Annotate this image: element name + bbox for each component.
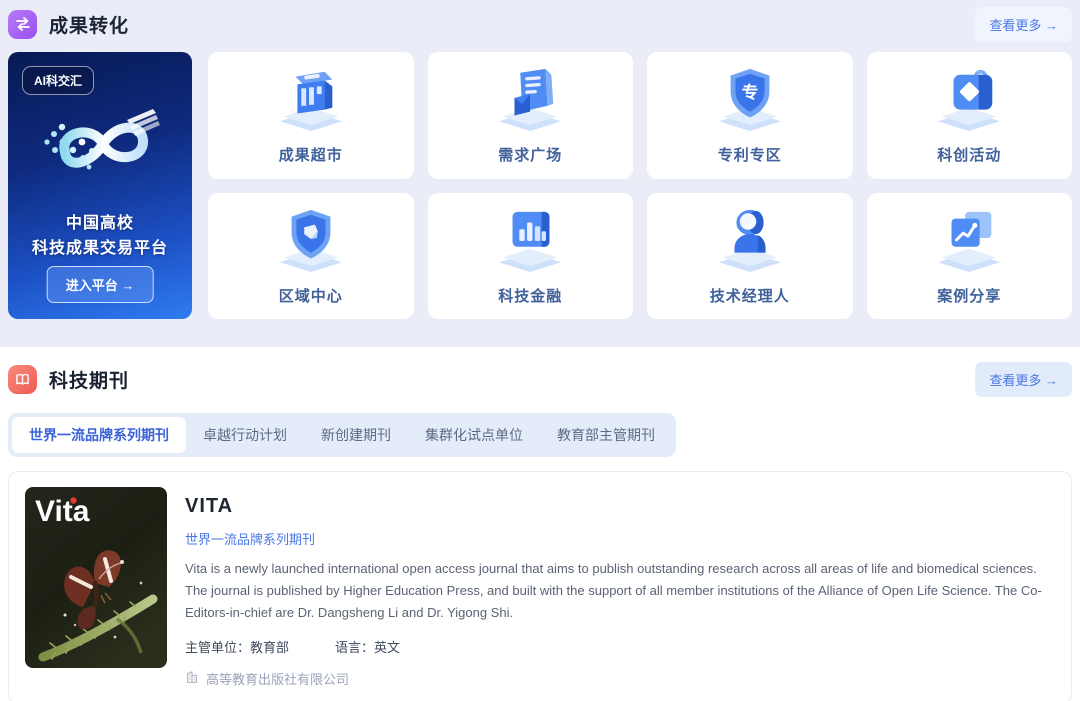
tab-excellence-action-plan[interactable]: 卓越行动计划	[186, 417, 304, 453]
journal-publisher: 高等教育出版社有限公司	[185, 669, 1055, 688]
enter-platform-button[interactable]: 进入平台 →	[47, 266, 154, 303]
promo-badge: AI科交汇	[22, 66, 94, 95]
feature-card-tech-finance[interactable]: 科技金融	[428, 193, 634, 320]
activity-box-icon	[930, 65, 1008, 136]
storefront-icon	[272, 65, 350, 136]
journal-section: 科技期刊 查看更多 → 世界一流品牌系列期刊 卓越行动计划 新创建期刊 集群化试…	[0, 347, 1080, 701]
svg-text:Vita: Vita	[35, 495, 90, 528]
tab-newly-created[interactable]: 新创建期刊	[304, 417, 408, 453]
feature-card-label: 需求广场	[498, 144, 562, 165]
open-book-icon	[8, 365, 37, 394]
journal-cover-image[interactable]: Vita	[25, 487, 167, 668]
feature-card-label: 科技金融	[498, 285, 562, 306]
promo-card-platform[interactable]: AI科交汇	[8, 52, 192, 319]
tab-cluster-pilot[interactable]: 集群化试点单位	[408, 417, 540, 453]
promo-title: 中国高校 科技成果交易平台	[8, 212, 192, 262]
feature-card-label: 案例分享	[937, 285, 1001, 306]
journal-description: Vita is a newly launched international o…	[185, 558, 1055, 624]
feature-card-tech-manager[interactable]: 技术经理人	[647, 193, 853, 320]
transform-view-more-button[interactable]: 查看更多 →	[975, 7, 1072, 42]
journal-info: VITA 世界一流品牌系列期刊 Vita is a newly launched…	[185, 487, 1055, 688]
svg-text:专: 专	[742, 82, 759, 102]
infinity-logo-icon	[31, 104, 169, 195]
transform-section-title: 成果转化	[49, 11, 129, 38]
feature-card-label: 成果超市	[279, 144, 343, 165]
journal-view-more-button[interactable]: 查看更多 →	[975, 362, 1072, 397]
case-share-icon	[930, 206, 1008, 277]
feature-card-label: 区域中心	[279, 285, 343, 306]
journal-name: VITA	[185, 495, 1055, 518]
manager-person-icon	[711, 206, 789, 277]
journal-card-vita: Vita VITA 世界一流品牌系列期刊 Vita is a newly lau…	[8, 471, 1072, 701]
feature-card-innovation-activity[interactable]: 科创活动	[867, 52, 1073, 179]
journal-language: 语言：英文	[335, 637, 400, 656]
feature-card-demand-plaza[interactable]: 需求广场	[428, 52, 634, 179]
demand-document-icon	[491, 65, 569, 136]
promo-title-line2: 科技成果交易平台	[8, 237, 192, 262]
feature-card-label: 技术经理人	[710, 285, 790, 306]
feature-card-case-sharing[interactable]: 案例分享	[867, 193, 1073, 320]
building-icon	[185, 670, 199, 687]
promo-title-line1: 中国高校	[8, 212, 192, 237]
feature-card-label: 科创活动	[937, 144, 1001, 165]
feature-card-achievement-market[interactable]: 成果超市	[208, 52, 414, 179]
region-shield-icon	[272, 206, 350, 277]
feature-card-regional-center[interactable]: 区域中心	[208, 193, 414, 320]
journal-tabs: 世界一流品牌系列期刊 卓越行动计划 新创建期刊 集群化试点单位 教育部主管期刊	[8, 413, 676, 457]
exchange-icon	[8, 10, 37, 39]
feature-grid: 成果超市 需求广场	[208, 52, 1072, 319]
journal-meta: 主管单位：教育部 语言：英文	[185, 637, 1055, 656]
transform-section-header: 成果转化 查看更多 →	[8, 6, 1072, 42]
tab-moe-supervised[interactable]: 教育部主管期刊	[540, 417, 672, 453]
journal-section-header: 科技期刊 查看更多 →	[8, 361, 1072, 397]
journal-supervisor: 主管单位：教育部	[185, 637, 289, 656]
journal-publisher-name: 高等教育出版社有限公司	[206, 669, 349, 688]
transform-content: AI科交汇	[8, 52, 1072, 319]
finance-chart-icon	[491, 206, 569, 277]
transform-section: 成果转化 查看更多 → AI科交汇	[0, 0, 1080, 347]
tab-world-class-series[interactable]: 世界一流品牌系列期刊	[12, 417, 186, 453]
journal-series-link[interactable]: 世界一流品牌系列期刊	[185, 529, 315, 548]
feature-card-label: 专利专区	[718, 144, 782, 165]
feature-card-patent-zone[interactable]: 专 专利专区	[647, 52, 853, 179]
patent-shield-icon: 专	[711, 65, 789, 136]
journal-section-title: 科技期刊	[49, 366, 129, 393]
